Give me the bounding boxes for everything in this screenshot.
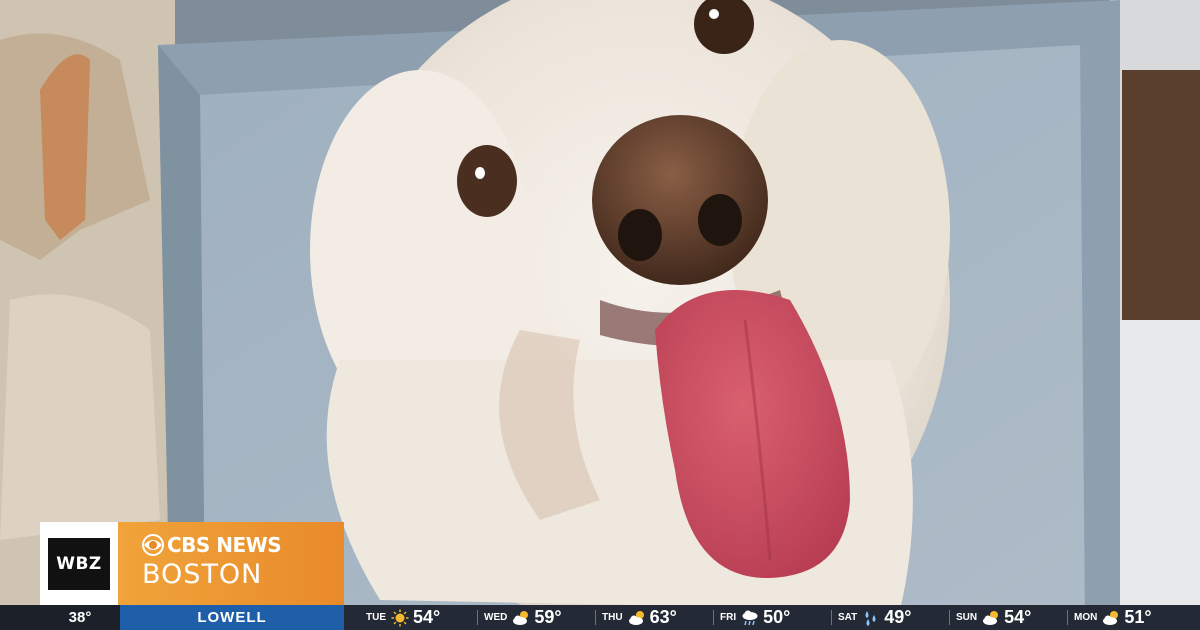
forecast-day: TUE 54° <box>366 605 484 630</box>
rain-cloud-icon <box>742 610 758 625</box>
forecast-day-temp: 54° <box>1004 607 1032 627</box>
forecast-day-name: TUE <box>366 612 386 623</box>
partly-cloudy-icon <box>628 610 644 625</box>
network-banner: CBS NEWS BOSTON <box>118 522 344 605</box>
forecast-day-name: MON <box>1074 612 1098 623</box>
forecast-day-temp: 59° <box>534 607 562 627</box>
rain-drops-icon <box>865 610 876 626</box>
city-name: BOSTON <box>142 559 263 590</box>
forecast-day-temp: 63° <box>649 607 677 627</box>
sun-icon <box>391 609 409 626</box>
forecast-day: THU 63° <box>595 605 720 630</box>
forecast-day-temp: 50° <box>763 607 791 627</box>
forecast-day-name: WED <box>484 612 508 623</box>
forecast-day: SUN 54° <box>949 605 1074 630</box>
forecast-day-name: FRI <box>720 612 737 623</box>
forecast-day-name: THU <box>602 612 623 623</box>
lower-third: WBZ CBS NEWS BOSTON <box>40 522 344 605</box>
wbz-logo-text: WBZ <box>48 537 110 590</box>
partly-cloudy-icon <box>1103 610 1119 625</box>
forecast-day: SAT 49° <box>831 605 956 630</box>
forecast-day-temp: 49° <box>884 607 912 627</box>
forecast-day: WED 59° <box>477 605 602 630</box>
forecast-strip: TUE 54° WED 59° THU 63° FRI 50° SAT 49° … <box>344 605 1192 630</box>
forecast-day-name: SAT <box>838 612 858 623</box>
forecast-day: FRI 50° <box>713 605 838 630</box>
forecast-day-temp: 51° <box>1124 607 1152 627</box>
network-name: CBS NEWS <box>167 533 282 557</box>
forecast-day: MON 51° <box>1067 605 1192 630</box>
weather-ticker: 38° LOWELL TUE 54° WED 59° THU 63° FRI 5… <box>0 605 1200 630</box>
partly-cloudy-icon <box>983 610 999 625</box>
forecast-day-name: SUN <box>956 612 978 623</box>
forecast-day-temp: 54° <box>413 607 441 627</box>
partly-cloudy-icon <box>513 610 529 625</box>
station-logo: WBZ <box>40 522 118 605</box>
cbs-eye-icon <box>142 534 164 556</box>
current-temperature: 38° <box>0 605 120 630</box>
ticker-location: LOWELL <box>120 605 344 630</box>
